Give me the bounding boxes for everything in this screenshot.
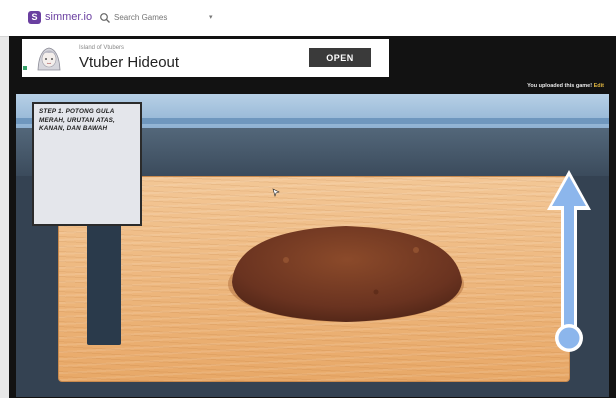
- ad-open-button[interactable]: OPEN: [309, 48, 371, 67]
- page-content: Island of Vtubers Vtuber Hideout OPEN Yo…: [9, 36, 616, 398]
- vtuber-avatar-icon: [33, 42, 65, 74]
- board-slot: [87, 220, 121, 345]
- ad-banner[interactable]: Island of Vtubers Vtuber Hideout OPEN: [22, 39, 389, 77]
- ad-marker: [23, 66, 27, 70]
- instruction-text: STEP 1. POTONG GULA MERAH, URUTAN ATAS, …: [39, 108, 115, 132]
- upload-note-text: You uploaded this game!: [527, 83, 593, 89]
- palm-sugar-block[interactable]: [226, 222, 466, 327]
- up-arrow-icon[interactable]: [544, 166, 594, 356]
- search-icon: [100, 13, 110, 23]
- mouse-cursor-icon: [272, 188, 280, 197]
- simmer-logo-icon[interactable]: S: [28, 11, 41, 24]
- upload-note: You uploaded this game! Edit: [527, 83, 604, 89]
- instruction-panel: STEP 1. POTONG GULA MERAH, URUTAN ATAS, …: [32, 102, 142, 226]
- ad-title: Vtuber Hideout: [79, 54, 180, 71]
- simmer-logo-text[interactable]: simmer.io: [45, 11, 92, 23]
- top-bar: S simmer.io ▾: [0, 0, 616, 37]
- chevron-down-icon[interactable]: ▾: [209, 13, 213, 21]
- game-viewport[interactable]: STEP 1. POTONG GULA MERAH, URUTAN ATAS, …: [16, 94, 609, 397]
- edit-link[interactable]: Edit: [594, 83, 604, 89]
- ad-subtitle: Island of Vtubers: [79, 45, 125, 51]
